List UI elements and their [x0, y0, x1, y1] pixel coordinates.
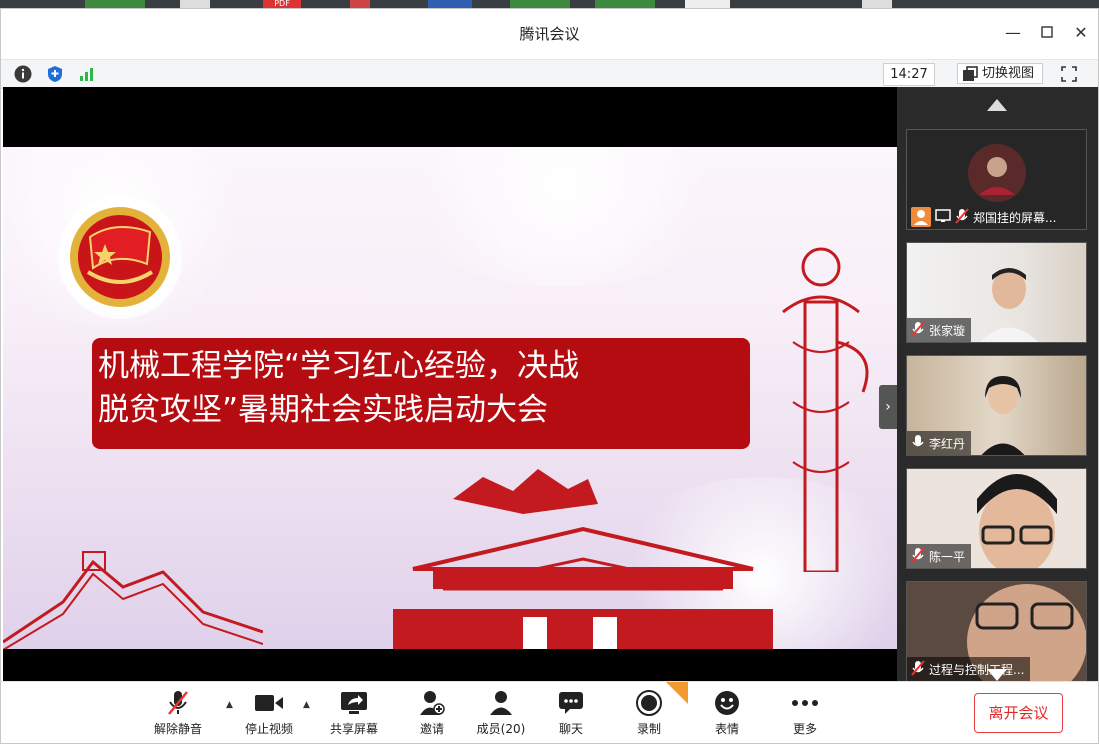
participant-tile[interactable]: 李红丹 [906, 355, 1087, 456]
share-screen-button[interactable]: 共享屏幕 [319, 688, 389, 740]
members-button[interactable]: 成员(20) [466, 688, 536, 740]
switch-view-icon [963, 65, 978, 81]
switch-view-button[interactable]: 切换视图 [957, 63, 1043, 84]
chat-label: 聊天 [558, 722, 583, 736]
maximize-icon[interactable] [1035, 23, 1059, 42]
record-label: 录制 [636, 722, 661, 736]
chat-bubble-icon [559, 692, 583, 714]
meeting-clock: 14:27 [883, 63, 935, 86]
participant-namebar: 李红丹 [907, 431, 972, 455]
members-icon [490, 691, 512, 715]
slide-title-line2: 脱贫攻坚”暑期社会实践启动大会 [98, 392, 549, 428]
mic-muted-icon [911, 320, 925, 340]
stop-video-button[interactable]: 停止视频 [234, 688, 304, 740]
minimize-icon[interactable]: — [1001, 23, 1025, 42]
slide-title-line1: 机械工程学院“学习红心经验，决战 [98, 348, 580, 384]
taskbar-chip [595, 0, 655, 8]
screen-share-icon [935, 208, 951, 226]
window-title: 腾讯会议 [519, 25, 580, 43]
participant-name: 李红丹 [929, 436, 966, 451]
emoji-button[interactable]: 表情 [692, 688, 762, 740]
more-dots-icon [792, 700, 818, 706]
participant-video [980, 268, 1038, 342]
participant-name: 张家璇 [929, 323, 966, 338]
emoji-icon [715, 691, 739, 715]
bottom-control-bar: 解除静音 ▲ 停止视频 ▲ 共享屏幕 邀请 成员(20) 聊天 录制 表情 更多… [1, 681, 1098, 743]
slide-title-banner: 机械工程学院“学习红心经验，决战 脱贫攻坚”暑期社会实践启动大会 [92, 338, 750, 449]
share-screen-label: 共享屏幕 [329, 722, 378, 736]
switch-view-label: 切换视图 [982, 66, 1035, 81]
leave-meeting-button[interactable]: 离开会议 [974, 693, 1063, 733]
title-bar: 腾讯会议 — ✕ [1, 9, 1098, 59]
more-label: 更多 [792, 722, 817, 736]
emoji-label: 表情 [714, 722, 739, 736]
chat-button[interactable]: 聊天 [536, 688, 606, 740]
video-camera-icon [255, 695, 283, 711]
shared-screen-stage: 机械工程学院“学习红心经验，决战 脱贫攻坚”暑期社会实践启动大会 › [3, 87, 897, 681]
members-label: 成员(20) [476, 722, 526, 736]
taskbar-strip: PDF [0, 0, 1099, 8]
scroll-down-icon[interactable] [987, 669, 1007, 681]
taskbar-chip [862, 0, 892, 8]
communist-youth-league-emblem [58, 195, 182, 319]
participant-tile[interactable]: 郑国挂的屏幕... [906, 129, 1087, 230]
video-options-caret[interactable]: ▲ [303, 700, 313, 710]
new-badge-icon [666, 682, 688, 704]
mic-muted-icon [911, 546, 925, 566]
participant-tile[interactable]: 过程与控制工程... [906, 581, 1087, 682]
participant-namebar: 张家璇 [907, 318, 972, 342]
great-wall-art [3, 551, 263, 649]
mic-muted-icon [911, 659, 925, 679]
mic-muted-icon [955, 207, 969, 227]
participant-name: 陈一平 [929, 549, 966, 564]
participant-name: 郑国挂的屏幕... [973, 210, 1057, 225]
record-icon [636, 690, 662, 716]
more-button[interactable]: 更多 [770, 688, 840, 740]
taskbar-pdf: PDF [263, 0, 301, 8]
participant-name: 过程与控制工程... [929, 662, 1025, 677]
record-button[interactable]: 录制 [614, 682, 688, 740]
participant-namebar: 过程与控制工程... [907, 657, 1031, 681]
unmute-button[interactable]: 解除静音 [143, 688, 213, 740]
participant-video [981, 376, 1025, 455]
tiananmen-art [393, 469, 773, 649]
info-icon[interactable] [13, 64, 33, 84]
meeting-window: 腾讯会议 — ✕ 14:27 切换视图 机械工程学院“学习红心经验，决战 脱贫攻… [0, 8, 1099, 744]
taskbar-chip [350, 0, 370, 8]
user-icon [911, 207, 931, 227]
taskbar-chip [510, 0, 570, 8]
stop-video-label: 停止视频 [244, 722, 293, 736]
participant-tile[interactable]: 陈一平 [906, 468, 1087, 569]
participant-panel: 郑国挂的屏幕... 张家璇 李红丹 陈一平 过程与控制工程... [897, 87, 1098, 682]
fullscreen-icon[interactable] [1059, 64, 1079, 84]
collapse-panel-toggle[interactable]: › [879, 385, 897, 429]
taskbar-chip [428, 0, 472, 8]
mic-muted-icon [168, 691, 188, 715]
network-signal-icon[interactable] [77, 64, 97, 84]
meeting-toolbar: 14:27 切换视图 [1, 59, 1098, 89]
security-shield-icon[interactable] [45, 64, 65, 84]
taskbar-chip [180, 0, 210, 8]
invite-user-icon [420, 691, 445, 715]
taskbar-chip [685, 0, 730, 8]
mic-icon [911, 434, 925, 453]
participant-video [977, 474, 1057, 568]
share-screen-icon [341, 692, 367, 714]
taskbar-chip [85, 0, 145, 8]
close-icon[interactable]: ✕ [1069, 23, 1093, 42]
unmute-label: 解除静音 [153, 722, 202, 736]
shared-slide: 机械工程学院“学习红心经验，决战 脱贫攻坚”暑期社会实践启动大会 [3, 147, 897, 649]
participant-namebar: 郑国挂的屏幕... [907, 205, 1062, 229]
scroll-up-icon[interactable] [987, 99, 1007, 111]
avatar [968, 144, 1026, 202]
participant-namebar: 陈一平 [907, 544, 972, 568]
participant-tile[interactable]: 张家璇 [906, 242, 1087, 343]
invite-button[interactable]: 邀请 [397, 688, 467, 740]
invite-label: 邀请 [419, 722, 444, 736]
